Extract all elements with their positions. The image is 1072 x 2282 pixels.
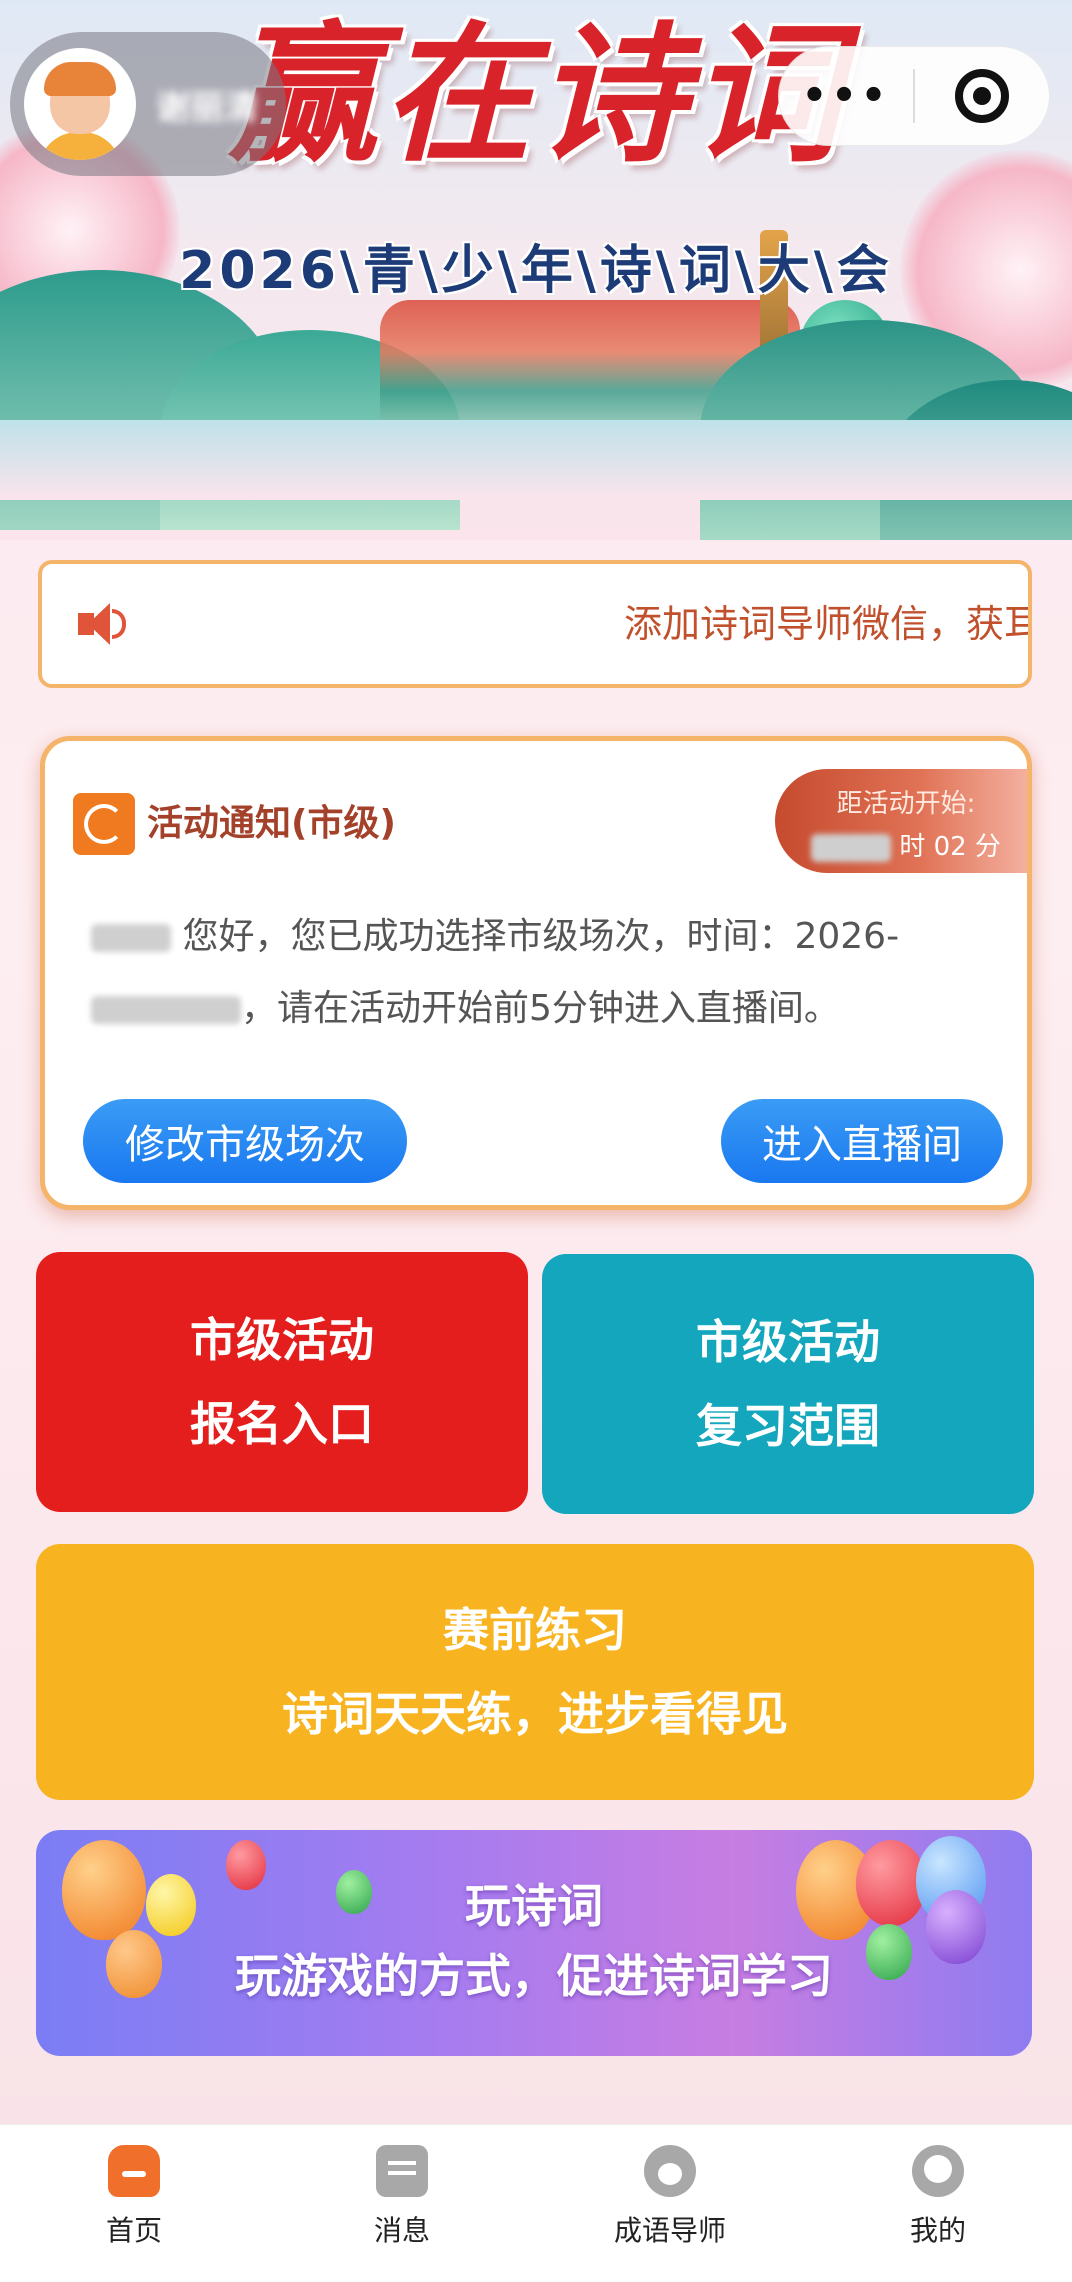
more-icon[interactable]: ••• <box>779 73 913 119</box>
avatar-hair <box>44 62 116 96</box>
redacted-name <box>91 924 171 952</box>
tile-line2: 诗词天天练，进步看得见 <box>282 1687 788 1741</box>
tutor-icon <box>644 2145 696 2197</box>
user-name: 谢丽清 <box>156 87 258 128</box>
tile-line2: 复习范围 <box>696 1399 880 1453</box>
tab-label: 首页 <box>105 2214 162 2247</box>
countdown-time: 时 02 分 <box>775 826 1027 863</box>
tile-line1: 市级活动 <box>696 1315 880 1369</box>
countdown-label: 距活动开始: <box>836 789 976 819</box>
profile-icon <box>912 2145 964 2197</box>
tab-tutor[interactable]: 成语导师 <box>536 2125 804 2282</box>
notice-instruction: ，请在活动开始前5分钟进入直播间。 <box>241 988 840 1029</box>
bottom-tab-bar: 首页 消息 成语导师 我的 <box>0 2124 1072 2282</box>
tab-label: 我的 <box>909 2214 966 2247</box>
tile-line1: 赛前练习 <box>443 1603 627 1657</box>
pre-contest-practice-tile[interactable]: 赛前练习 诗词天天练，进步看得见 <box>36 1544 1034 1800</box>
message-icon <box>376 2145 428 2197</box>
marquee-text: 添加诗词导师微信，获耳 <box>624 602 1032 646</box>
city-review-scope-tile[interactable]: 市级活动 复习范围 <box>542 1254 1034 1514</box>
banner-subtitle: 2026\青\少\年\诗\词\大\会 <box>179 241 893 301</box>
tab-messages[interactable]: 消息 <box>268 2125 536 2282</box>
home-icon <box>108 2145 160 2197</box>
announcement-marquee[interactable]: 添加诗词导师微信，获耳 <box>38 560 1032 688</box>
activity-notice-card: 活动通知(市级) 距活动开始: 时 02 分 您好，您已成功选择市级场次，时间：… <box>40 736 1032 1210</box>
target-icon[interactable] <box>915 69 1049 123</box>
avatar-body <box>38 132 122 160</box>
city-signup-tile[interactable]: 市级活动 报名入口 <box>36 1252 528 1512</box>
redacted-time <box>91 996 241 1024</box>
tab-label: 消息 <box>373 2214 430 2247</box>
tab-label: 成语导师 <box>613 2214 726 2247</box>
user-profile-pill[interactable]: 谢丽清 <box>10 32 286 176</box>
tile-line1: 市级活动 <box>190 1313 374 1367</box>
game-subtitle: 玩游戏的方式，促进诗词学习 <box>235 1949 833 2003</box>
speaker-icon <box>78 601 126 647</box>
tile-line2: 报名入口 <box>190 1397 374 1451</box>
mini-program-capsule: ••• <box>778 46 1050 146</box>
notice-greeting: 您好，您已成功选择市级场次，时间：2026- <box>182 916 900 957</box>
modify-session-button[interactable]: 修改市级场次 <box>83 1099 407 1183</box>
notice-icon <box>73 793 135 855</box>
countdown-badge: 距活动开始: 时 02 分 <box>775 769 1027 873</box>
tab-profile[interactable]: 我的 <box>804 2125 1072 2282</box>
avatar[interactable] <box>24 48 136 160</box>
enter-live-room-button[interactable]: 进入直播间 <box>721 1099 1003 1183</box>
notice-title: 活动通知(市级) <box>147 803 396 844</box>
game-title: 玩诗词 <box>465 1879 603 1933</box>
water-decoration <box>0 420 1072 500</box>
notice-message: 您好，您已成功选择市级场次，时间：2026- ，请在活动开始前5分钟进入直播间。 <box>91 901 1011 1045</box>
play-poetry-tile[interactable]: 玩诗词 玩游戏的方式，促进诗词学习 <box>36 1830 1032 2056</box>
tab-home[interactable]: 首页 <box>0 2125 268 2282</box>
